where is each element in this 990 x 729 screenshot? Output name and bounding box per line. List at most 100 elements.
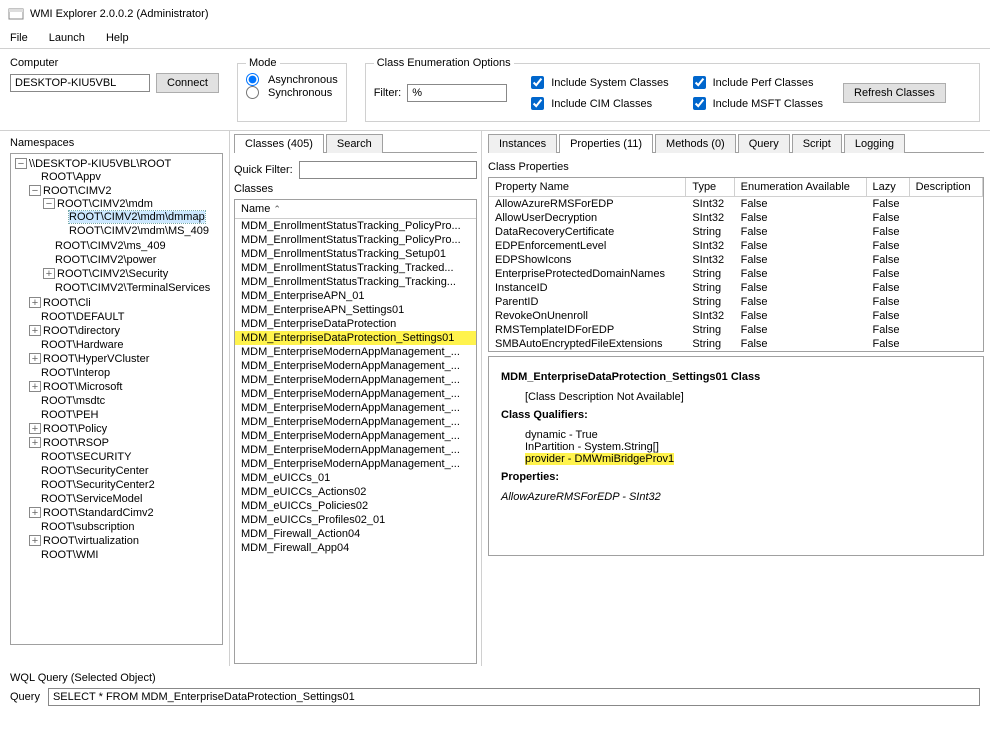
tab-search[interactable]: Search [326,134,383,153]
col-type[interactable]: Type [686,178,734,197]
expand-icon[interactable]: + [43,268,55,279]
tree-item[interactable]: ROOT\CIMV2\power [55,254,156,266]
table-row[interactable]: EnterpriseProtectedDomainNamesStringFals… [489,267,983,281]
table-row[interactable]: RMSTemplateIDForEDPStringFalseFalse [489,323,983,337]
table-row[interactable]: InstanceIDStringFalseFalse [489,281,983,295]
menu-file[interactable]: File [10,32,28,44]
tree-item-selected[interactable]: ROOT\CIMV2\mdm\dmmap [69,211,205,223]
table-row[interactable]: AllowUserDecryptionSInt32FalseFalse [489,211,983,225]
expand-icon[interactable]: + [29,437,41,448]
table-row[interactable]: EDPShowIconsSInt32FalseFalse [489,253,983,267]
class-item[interactable]: MDM_EnterpriseModernAppManagement_... [235,401,476,415]
expand-icon[interactable]: + [29,297,41,308]
properties-table[interactable]: Property Name Type Enumeration Available… [488,177,984,352]
tree-item[interactable]: ROOT\subscription [41,521,135,533]
tree-item[interactable]: ROOT\DEFAULT [41,311,125,323]
expand-icon[interactable]: − [43,198,55,209]
tab-instances[interactable]: Instances [488,134,557,153]
class-item[interactable]: MDM_EnterpriseModernAppManagement_... [235,443,476,457]
mode-async[interactable]: Asynchronous [246,73,338,86]
tree-item[interactable]: ROOT\StandardCimv2 [43,507,154,519]
class-item[interactable]: MDM_EnrollmentStatusTracking_Tracking... [235,275,476,289]
col-property-name[interactable]: Property Name [489,178,686,197]
class-item[interactable]: MDM_EnterpriseModernAppManagement_... [235,373,476,387]
expand-icon[interactable]: + [29,507,41,518]
tree-item[interactable]: ROOT\CIMV2 [43,185,111,197]
mode-sync[interactable]: Synchronous [246,86,338,99]
namespace-tree[interactable]: −\\DESKTOP-KIU5VBL\ROOT ROOT\Appv −ROOT\… [10,153,223,645]
table-row[interactable]: SMBAutoEncryptedFileExtensionsStringFals… [489,337,983,351]
table-row[interactable]: AllowAzureRMSForEDPSInt32FalseFalse [489,197,983,212]
menu-help[interactable]: Help [106,32,129,44]
class-item[interactable]: MDM_EnrollmentStatusTracking_PolicyPro..… [235,219,476,233]
tree-item[interactable]: ROOT\CIMV2\mdm\MS_409 [69,225,209,237]
cb-perf[interactable]: Include Perf Classes [689,73,823,92]
tab-query[interactable]: Query [738,134,790,153]
classes-column-header[interactable]: Name ⌃ [235,200,476,219]
expand-icon[interactable]: − [15,158,27,169]
class-item[interactable]: MDM_EnterpriseModernAppManagement_... [235,415,476,429]
class-item[interactable]: MDM_EnterpriseAPN_Settings01 [235,303,476,317]
col-enum[interactable]: Enumeration Available [734,178,866,197]
tree-item[interactable]: ROOT\CIMV2\mdm [57,198,153,210]
connect-button[interactable]: Connect [156,73,219,93]
class-item[interactable]: MDM_Firewall_Action04 [235,527,476,541]
tree-item[interactable]: ROOT\HyperVCluster [43,353,149,365]
table-row[interactable]: DataRecoveryCertificateStringFalseFalse [489,225,983,239]
refresh-classes-button[interactable]: Refresh Classes [843,83,946,103]
tab-classes[interactable]: Classes (405) [234,134,324,153]
table-row[interactable]: ParentIDStringFalseFalse [489,295,983,309]
tree-item[interactable]: ROOT\SECURITY [41,451,131,463]
class-item[interactable]: MDM_EnterpriseDataProtection [235,317,476,331]
class-item[interactable]: MDM_EnterpriseModernAppManagement_... [235,359,476,373]
quick-filter-input[interactable] [299,161,477,179]
class-item[interactable]: MDM_EnrollmentStatusTracking_Tracked... [235,261,476,275]
expand-icon[interactable]: + [29,325,41,336]
tree-item[interactable]: ROOT\SecurityCenter2 [41,479,155,491]
class-item[interactable]: MDM_EnterpriseAPN_01 [235,289,476,303]
expand-icon[interactable]: + [29,535,41,546]
tree-item[interactable]: ROOT\ServiceModel [41,493,142,505]
class-item[interactable]: MDM_EnterpriseModernAppManagement_... [235,457,476,471]
expand-icon[interactable]: − [29,185,41,196]
cb-system[interactable]: Include System Classes [527,73,668,92]
tree-item[interactable]: ROOT\msdtc [41,395,105,407]
class-item[interactable]: MDM_eUICCs_Policies02 [235,499,476,513]
class-item[interactable]: MDM_EnterpriseModernAppManagement_... [235,345,476,359]
table-row[interactable]: RevokeOnUnenrollSInt32FalseFalse [489,309,983,323]
tree-item[interactable]: ROOT\CIMV2\TerminalServices [55,282,210,294]
tree-item[interactable]: ROOT\PEH [41,409,98,421]
menu-launch[interactable]: Launch [49,32,85,44]
col-lazy[interactable]: Lazy [866,178,909,197]
class-item[interactable]: MDM_eUICCs_Actions02 [235,485,476,499]
tree-item[interactable]: ROOT\CIMV2\ms_409 [55,240,166,252]
tree-item[interactable]: ROOT\Cli [43,297,91,309]
col-desc[interactable]: Description [909,178,982,197]
cb-cim[interactable]: Include CIM Classes [527,94,668,113]
class-item[interactable]: MDM_EnterpriseDataProtection_Settings01 [235,331,476,345]
expand-icon[interactable]: + [29,423,41,434]
classes-list[interactable]: Name ⌃ MDM_EnrollmentStatusTracking_Poli… [234,199,477,664]
tree-root[interactable]: \\DESKTOP-KIU5VBL\ROOT [29,158,171,170]
class-item[interactable]: MDM_EnterpriseModernAppManagement_... [235,387,476,401]
wql-query-input[interactable] [48,688,980,706]
tree-item[interactable]: ROOT\directory [43,325,120,337]
table-row[interactable]: EDPEnforcementLevelSInt32FalseFalse [489,239,983,253]
tab-logging[interactable]: Logging [844,134,905,153]
class-item[interactable]: MDM_EnrollmentStatusTracking_PolicyPro..… [235,233,476,247]
tree-item[interactable]: ROOT\Microsoft [43,381,122,393]
tree-item[interactable]: ROOT\RSOP [43,437,109,449]
tree-item[interactable]: ROOT\virtualization [43,535,139,547]
tree-item[interactable]: ROOT\Hardware [41,339,124,351]
cb-msft[interactable]: Include MSFT Classes [689,94,823,113]
tab-methods[interactable]: Methods (0) [655,134,736,153]
tree-item[interactable]: ROOT\Interop [41,367,110,379]
tree-item[interactable]: ROOT\Policy [43,423,107,435]
expand-icon[interactable]: + [29,381,41,392]
tree-item[interactable]: ROOT\WMI [41,549,98,561]
class-item[interactable]: MDM_eUICCs_Profiles02_01 [235,513,476,527]
tree-item[interactable]: ROOT\SecurityCenter [41,465,149,477]
tab-script[interactable]: Script [792,134,842,153]
tab-properties[interactable]: Properties (11) [559,134,653,153]
class-item[interactable]: MDM_EnrollmentStatusTracking_Setup01 [235,247,476,261]
